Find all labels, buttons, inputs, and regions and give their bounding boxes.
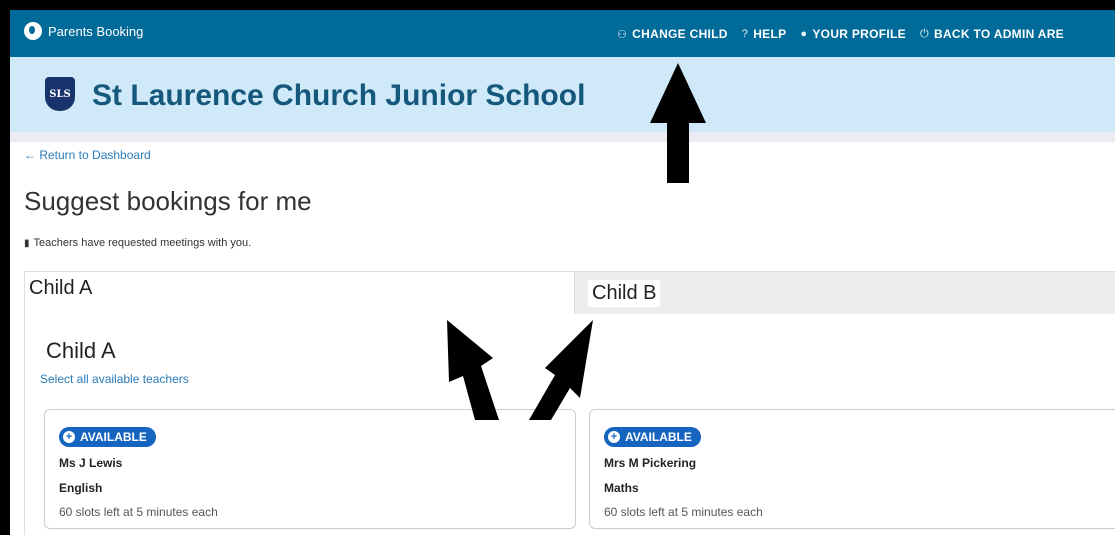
available-badge[interactable]: + AVAILABLE [59, 427, 156, 447]
chat-icon: ▮ [24, 237, 30, 249]
header-divider [10, 132, 1115, 142]
help-icon: ? [741, 28, 749, 40]
user-icon: ● [800, 28, 808, 40]
badge-label: AVAILABLE [80, 430, 147, 444]
plus-icon: + [63, 431, 75, 443]
change-child-button[interactable]: ⚇ CHANGE CHILD [617, 27, 728, 41]
brand[interactable]: Parents Booking [24, 22, 143, 40]
select-all-teachers-link[interactable]: Select all available teachers [40, 372, 189, 386]
power-icon: ⏻ [919, 27, 929, 40]
teacher-subject: English [59, 481, 103, 495]
slots-info: 60 slots left at 5 minutes each [604, 505, 763, 519]
users-icon: ⚇ [617, 28, 628, 41]
brand-label: Parents Booking [48, 23, 144, 39]
back-to-admin-button[interactable]: ⏻ BACK TO ADMIN ARE [920, 27, 1064, 41]
tab-child-b[interactable]: Child B [575, 272, 1115, 314]
school-name: St Laurence Church Junior School [92, 79, 586, 112]
change-child-label: CHANGE CHILD [632, 27, 728, 41]
annotation-arrow-right-icon [529, 320, 593, 420]
slots-info: 60 slots left at 5 minutes each [59, 505, 218, 519]
teacher-subject: Maths [604, 481, 639, 495]
teacher-name: Mrs M Pickering [604, 456, 697, 470]
school-crest-icon: SLS [45, 77, 75, 111]
annotation-arrow-left-icon [447, 320, 499, 420]
tab-child-a[interactable]: Child A [24, 272, 575, 314]
badge-label: AVAILABLE [625, 430, 692, 444]
teacher-request-note: ▮ Teachers have requested meetings with … [24, 237, 251, 249]
child-tabs: Child A Child B [24, 271, 1115, 314]
child-heading: Child A [46, 338, 116, 363]
app-window: Parents Booking ⚇ CHANGE CHILD ? HELP ● … [10, 10, 1115, 535]
help-button[interactable]: ? HELP [742, 27, 787, 41]
your-profile-button[interactable]: ● YOUR PROFILE [800, 27, 906, 41]
teacher-card[interactable]: + AVAILABLE Ms J Lewis English 60 slots … [44, 409, 576, 529]
school-header: SLS St Laurence Church Junior School [10, 57, 1115, 132]
plus-icon: + [608, 431, 620, 443]
back-to-admin-label: BACK TO ADMIN ARE [934, 27, 1064, 41]
your-profile-label: YOUR PROFILE [812, 27, 906, 41]
top-nav-menu: ⚇ CHANGE CHILD ? HELP ● YOUR PROFILE ⏻ B… [617, 27, 1064, 41]
top-navigation-bar: Parents Booking ⚇ CHANGE CHILD ? HELP ● … [10, 10, 1115, 57]
page-title: Suggest bookings for me [24, 186, 312, 216]
teacher-card[interactable]: + AVAILABLE Mrs M Pickering Maths 60 slo… [589, 409, 1115, 529]
annotation-arrow-up-icon [650, 63, 706, 183]
help-label: HELP [753, 27, 787, 41]
return-to-dashboard-link[interactable]: ← Return to Dashboard [24, 148, 151, 162]
available-badge[interactable]: + AVAILABLE [604, 427, 701, 447]
teacher-name: Ms J Lewis [59, 456, 123, 470]
tab-child-b-label: Child B [588, 280, 661, 307]
parents-booking-logo-icon [24, 22, 42, 40]
note-text: Teachers have requested meetings with yo… [33, 237, 252, 249]
